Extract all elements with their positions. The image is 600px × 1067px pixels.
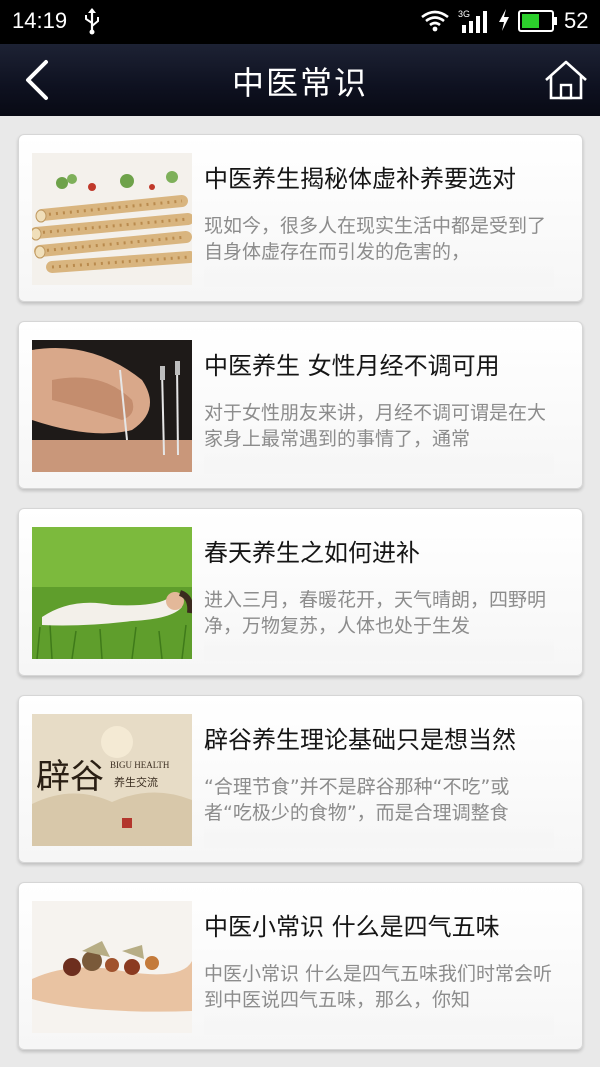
status-bar: 14:19 3G 52 <box>0 0 600 44</box>
home-button[interactable] <box>538 54 594 106</box>
battery-icon <box>518 10 557 32</box>
title-bar: 中医常识 <box>0 44 600 116</box>
page-title: 中医常识 <box>231 64 368 102</box>
article-card[interactable]: 中医小常识 什么是四气五味 中医小常识 什么是四气五味我们时常会听到中医说四气五… <box>18 882 583 1050</box>
article-title: 中医养生揭秘体虚补养要选对 <box>204 165 516 193</box>
article-list: 中医养生揭秘体虚补养要选对 现如今，很多人在现实生活中都是受到了自身体虚存在而引… <box>0 116 600 1067</box>
status-time: 14:19 <box>12 8 68 33</box>
poster-main-text: 辟谷 <box>36 757 104 797</box>
article-thumbnail-acupuncture <box>32 340 192 472</box>
article-summary: 现如今，很多人在现实生活中都是受到了自身体虚存在而引发的危害的， <box>204 213 554 287</box>
battery-percent: 52 <box>564 8 589 33</box>
article-thumbnail-herbs-in-hand <box>32 901 192 1033</box>
article-title: 春天养生之如何进补 <box>204 539 420 567</box>
article-thumbnail-herbal-roots <box>32 153 192 285</box>
article-card[interactable]: 春天养生之如何进补 进入三月，春暖花开，天气晴朗，四野明净，万物复苏，人体也处于… <box>18 508 583 676</box>
article-thumbnail-bigu-poster: 辟谷 BIGU HEALTH 养生交流 <box>32 714 192 846</box>
poster-english-text: BIGU HEALTH <box>110 760 170 770</box>
usb-icon <box>85 8 99 35</box>
poster-sub-text: 养生交流 <box>114 775 158 789</box>
article-summary: “合理节食”并不是辟谷那种“不吃”或者“吃极少的食物”，而是合理调整食 <box>204 774 554 848</box>
article-card[interactable]: 辟谷 BIGU HEALTH 养生交流 辟谷养生理论基础只是想当然 “合理节食”… <box>18 695 583 863</box>
network-type-label: 3G <box>458 9 471 19</box>
article-card[interactable]: 中医养生揭秘体虚补养要选对 现如今，很多人在现实生活中都是受到了自身体虚存在而引… <box>18 134 583 302</box>
article-thumbnail-grass-field <box>32 527 192 659</box>
article-title: 中医养生 女性月经不调可用 <box>204 352 500 380</box>
article-title: 辟谷养生理论基础只是想当然 <box>204 726 516 754</box>
article-card[interactable]: 中医养生 女性月经不调可用 对于女性朋友来讲，月经不调可谓是在大家身上最常遇到的… <box>18 321 583 489</box>
article-summary: 进入三月，春暖花开，天气晴朗，四野明净，万物复苏，人体也处于生发 <box>204 587 554 661</box>
wifi-icon <box>421 10 449 32</box>
article-summary: 中医小常识 什么是四气五味我们时常会听到中医说四气五味，那么，你知 <box>204 961 554 1035</box>
article-title: 中医小常识 什么是四气五味 <box>204 913 500 941</box>
article-summary: 对于女性朋友来讲，月经不调可谓是在大家身上最常遇到的事情了，通常 <box>204 400 554 474</box>
charging-icon <box>499 9 509 31</box>
